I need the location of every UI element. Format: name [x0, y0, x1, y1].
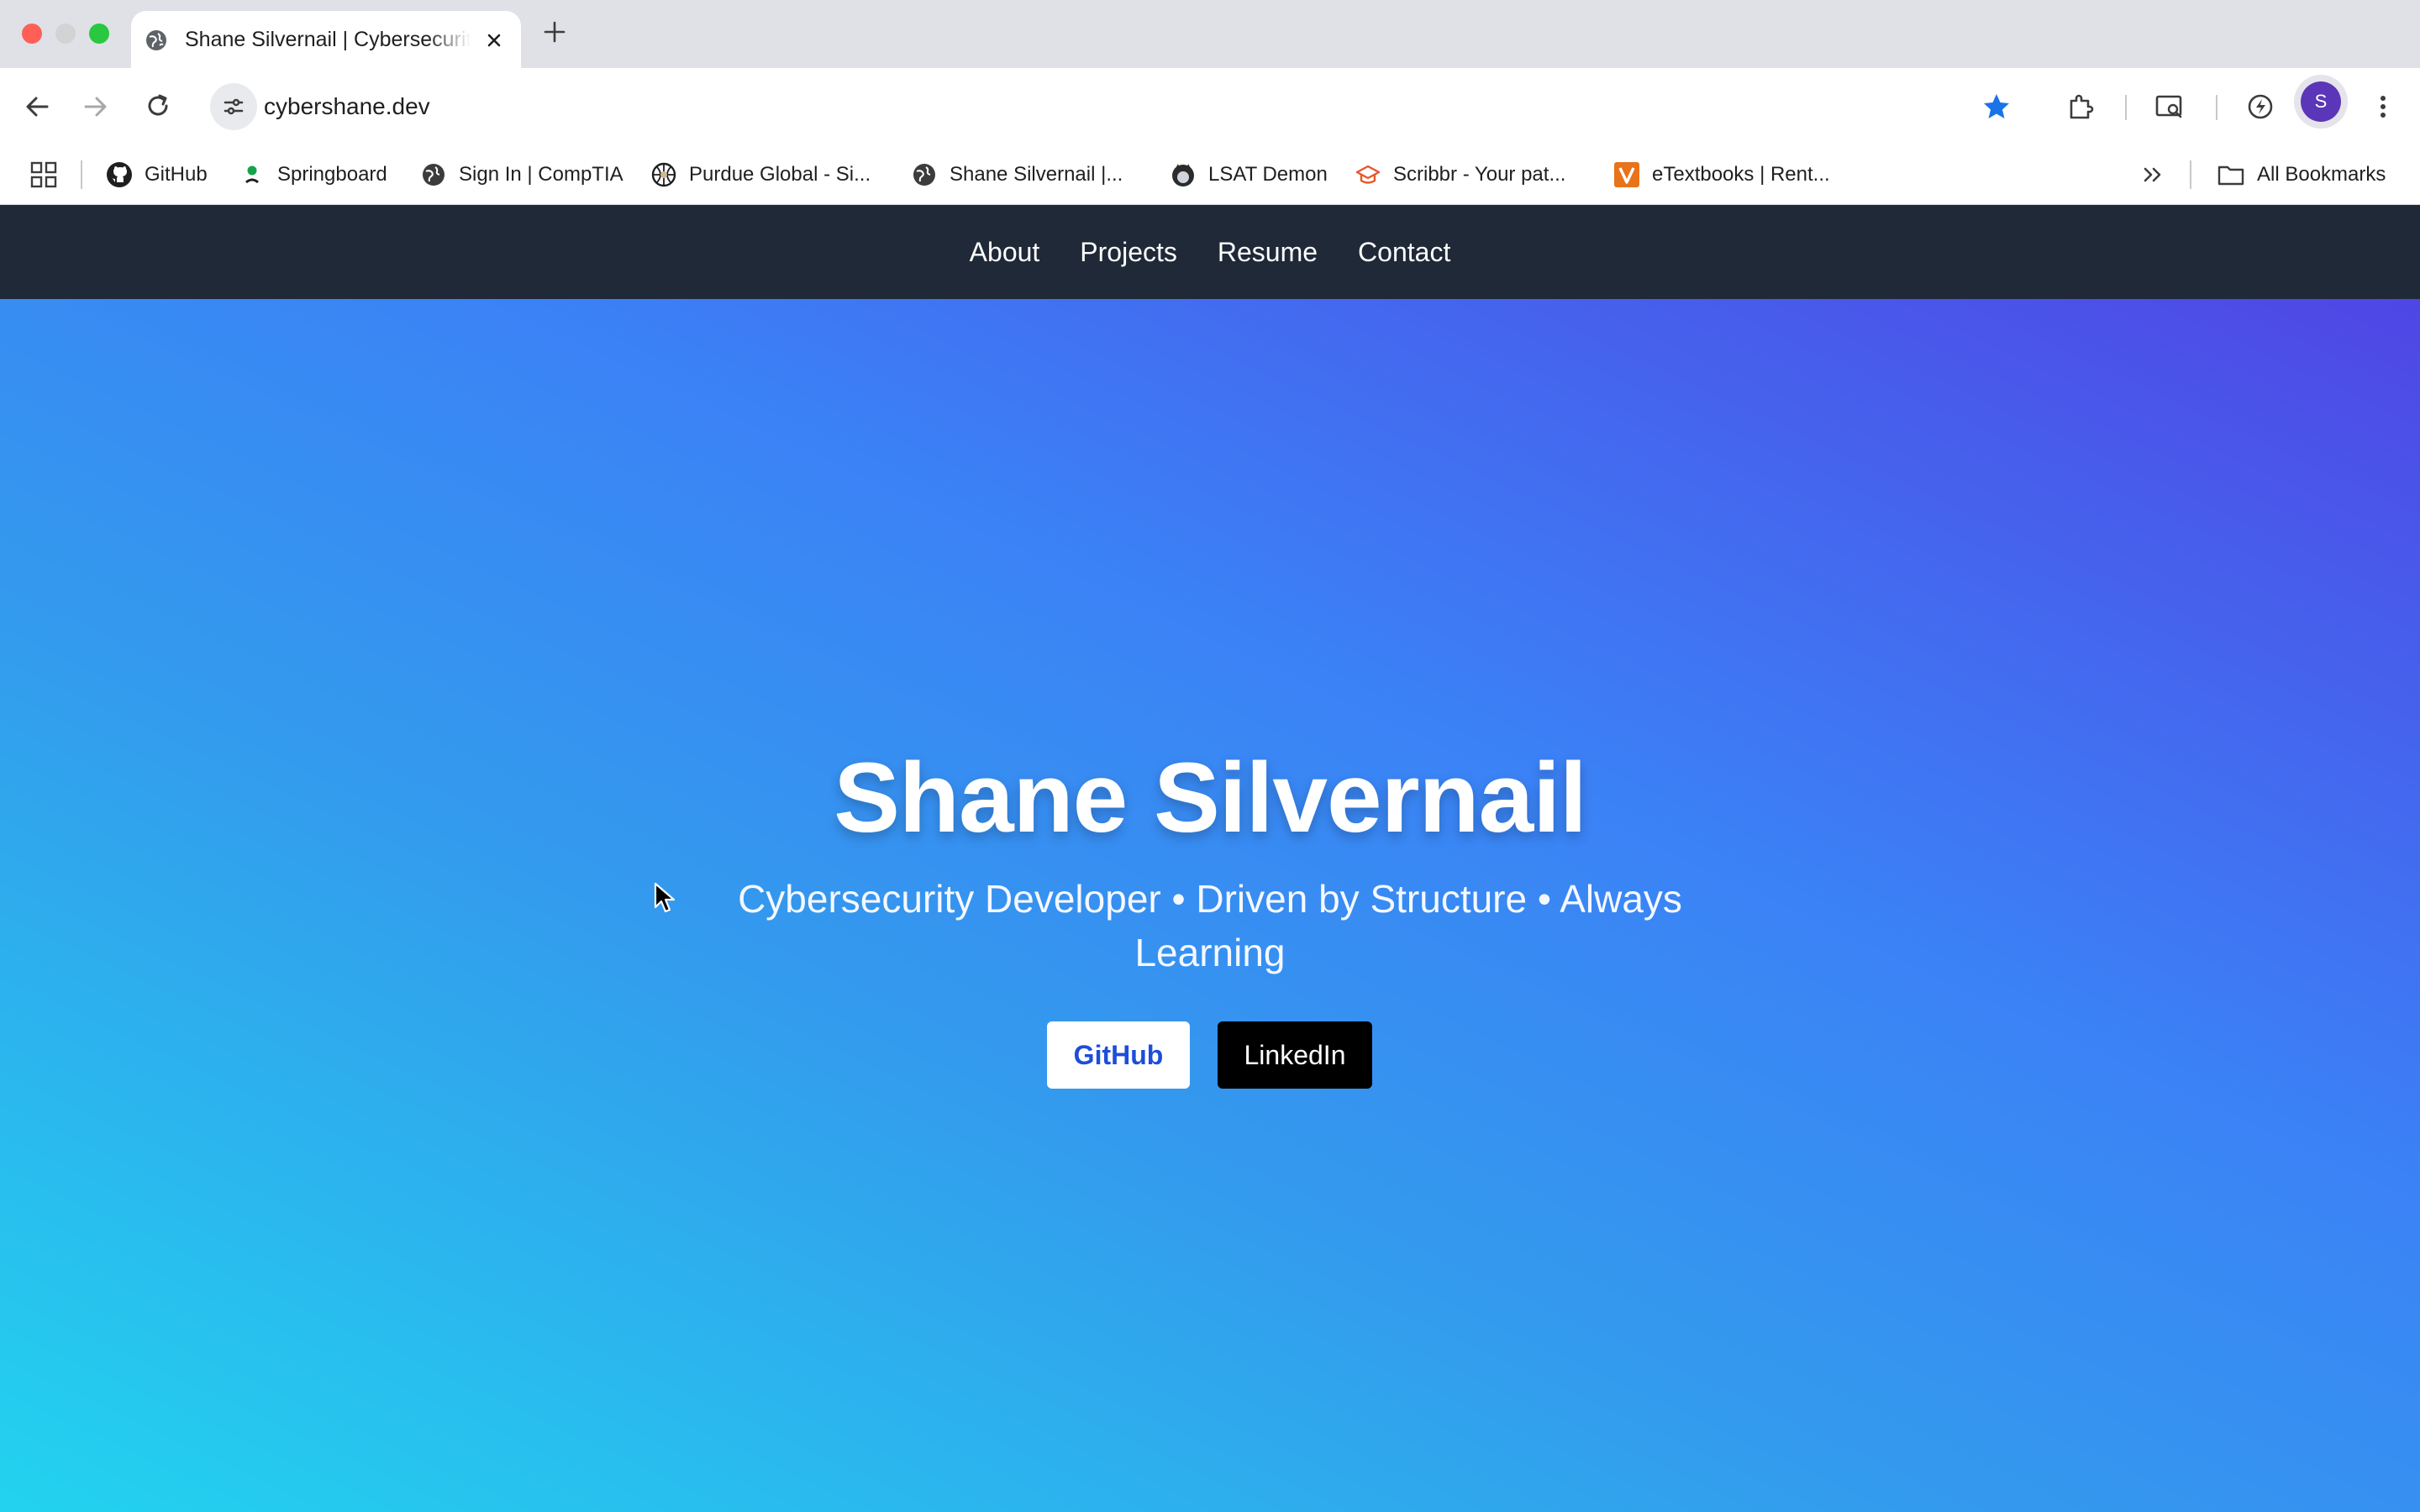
performance-bolt-icon[interactable] — [2245, 92, 2275, 122]
toolbar-divider — [2216, 95, 2217, 120]
bookmark-scribbr[interactable]: Scribbr - Your pat... — [1355, 155, 1565, 194]
address-bar[interactable]: cybershane.dev — [207, 78, 2000, 135]
nav-links: About Projects Resume Contact — [0, 205, 2420, 299]
purdue-icon — [651, 162, 676, 187]
extensions-puzzle-icon[interactable] — [2065, 92, 2096, 122]
tab-close-icon[interactable] — [482, 29, 506, 52]
all-bookmarks-label: All Bookmarks — [2257, 163, 2386, 186]
chevron-double-right-icon[interactable] — [2138, 160, 2168, 190]
profile-avatar[interactable]: S — [2301, 81, 2341, 122]
kebab-menu-icon[interactable] — [2368, 92, 2398, 122]
bookmark-label: Shane Silvernail |... — [950, 163, 1123, 186]
forward-arrow-icon[interactable] — [81, 92, 111, 122]
window-minimize-button[interactable] — [55, 24, 76, 44]
tab-search-icon[interactable] — [2154, 92, 2185, 122]
tune-icon — [224, 98, 244, 115]
github-icon — [107, 162, 132, 187]
vitalsource-icon — [1614, 162, 1639, 187]
apps-grid-icon[interactable] — [29, 160, 59, 190]
hero-title: Shane Silvernail — [834, 743, 1587, 853]
url-text: cybershane.dev — [264, 93, 430, 119]
bookmarks-divider — [81, 160, 82, 189]
bookmark-label: Springboard — [277, 163, 387, 186]
new-tab-icon[interactable] — [541, 18, 568, 45]
github-button[interactable]: GitHub — [1047, 1021, 1190, 1089]
lsat-demon-icon — [1172, 164, 1194, 186]
window-close-button[interactable] — [22, 24, 42, 44]
bookmark-label: Purdue Global - Si... — [689, 163, 871, 186]
bookmark-shane-silvernail[interactable]: Shane Silvernail |... — [911, 155, 1123, 194]
active-tab[interactable]: Shane Silvernail | Cybersecurity Develop… — [131, 11, 521, 68]
springboard-icon — [245, 165, 259, 184]
bookmark-label: Scribbr - Your pat... — [1393, 163, 1566, 186]
bookmark-star-icon[interactable] — [1981, 92, 2012, 122]
window-maximize-button[interactable] — [89, 24, 109, 44]
hero-subtitle: Cybersecurity Developer • Driven by Stru… — [738, 877, 1682, 974]
site-navbar: About Projects Resume Contact — [0, 205, 2420, 299]
globe-icon — [146, 30, 166, 50]
hero-section: Shane Silvernail Cybersecurity Developer… — [0, 299, 2420, 1512]
bookmark-label: GitHub — [145, 163, 208, 186]
bookmark-github[interactable]: GitHub — [106, 155, 208, 194]
bookmark-springboard[interactable]: Springboard — [239, 155, 387, 194]
nav-link-about[interactable]: About — [970, 237, 1040, 268]
tab-strip: Shane Silvernail | Cybersecurity Develop… — [0, 0, 2420, 68]
site-info-button[interactable] — [210, 83, 257, 130]
browser-toolbar: cybershane.dev S — [0, 68, 2420, 145]
all-bookmarks-button[interactable]: All Bookmarks — [2217, 155, 2386, 194]
folder-icon — [2217, 165, 2244, 186]
toolbar-divider — [2125, 95, 2127, 120]
bookmark-purdue[interactable]: Purdue Global - Si... — [650, 155, 871, 194]
nav-link-projects[interactable]: Projects — [1080, 237, 1177, 268]
reload-icon[interactable] — [143, 92, 173, 122]
globe-icon — [913, 164, 935, 186]
bookmark-comptia[interactable]: Sign In | CompTIA — [420, 155, 623, 194]
scribbr-icon — [1355, 165, 1381, 184]
bookmark-label: eTextbooks | Rent... — [1652, 163, 1830, 186]
bookmark-label: Sign In | CompTIA — [459, 163, 623, 186]
bookmarks-bar: GitHub Springboard Sign In | CompTIA Pur… — [0, 145, 2420, 205]
globe-icon — [423, 164, 445, 186]
tab-title: Shane Silvernail | Cybersecurity Develop… — [185, 28, 471, 51]
back-arrow-icon[interactable] — [22, 92, 52, 122]
mouse-cursor-icon — [654, 882, 676, 913]
nav-link-resume[interactable]: Resume — [1218, 237, 1318, 268]
bookmark-lsat-demon[interactable]: LSAT Demon — [1170, 155, 1328, 194]
bookmark-label: LSAT Demon — [1208, 163, 1328, 186]
bookmarks-divider — [2190, 160, 2191, 189]
linkedin-button[interactable]: LinkedIn — [1218, 1021, 1372, 1089]
bookmark-etextbooks[interactable]: eTextbooks | Rent... — [1613, 155, 1830, 194]
nav-link-contact[interactable]: Contact — [1358, 237, 1450, 268]
